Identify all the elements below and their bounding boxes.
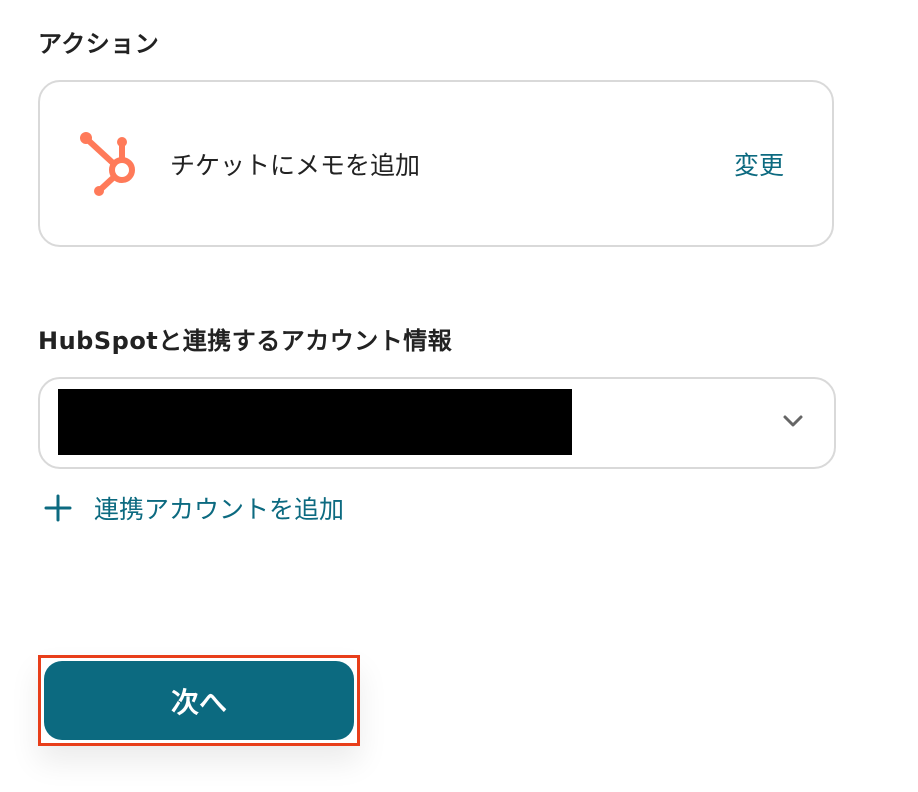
add-account-link[interactable]: 連携アカウントを追加: [44, 488, 344, 528]
add-account-label: 連携アカウントを追加: [94, 495, 345, 524]
action-card: チケットにメモを追加 変更: [38, 80, 834, 247]
chevron-down-icon: [783, 415, 803, 427]
account-section-label: HubSpotと連携するアカウント情報: [38, 327, 453, 355]
page: アクション チケットにメモを追加 変更 HubSpotと連携するアカウント情報: [0, 0, 918, 792]
action-section-label: アクション: [38, 30, 160, 58]
hubspot-icon: [80, 132, 135, 196]
next-button-label: 次へ: [170, 686, 227, 718]
account-select[interactable]: [38, 377, 836, 469]
next-button[interactable]: 次へ: [38, 655, 360, 746]
change-action-link[interactable]: 変更: [734, 146, 784, 182]
next-button-body: 次へ: [44, 661, 354, 740]
plus-icon: [44, 494, 72, 522]
redacted-account-value: [58, 389, 572, 455]
action-name: チケットにメモを追加: [170, 151, 421, 180]
